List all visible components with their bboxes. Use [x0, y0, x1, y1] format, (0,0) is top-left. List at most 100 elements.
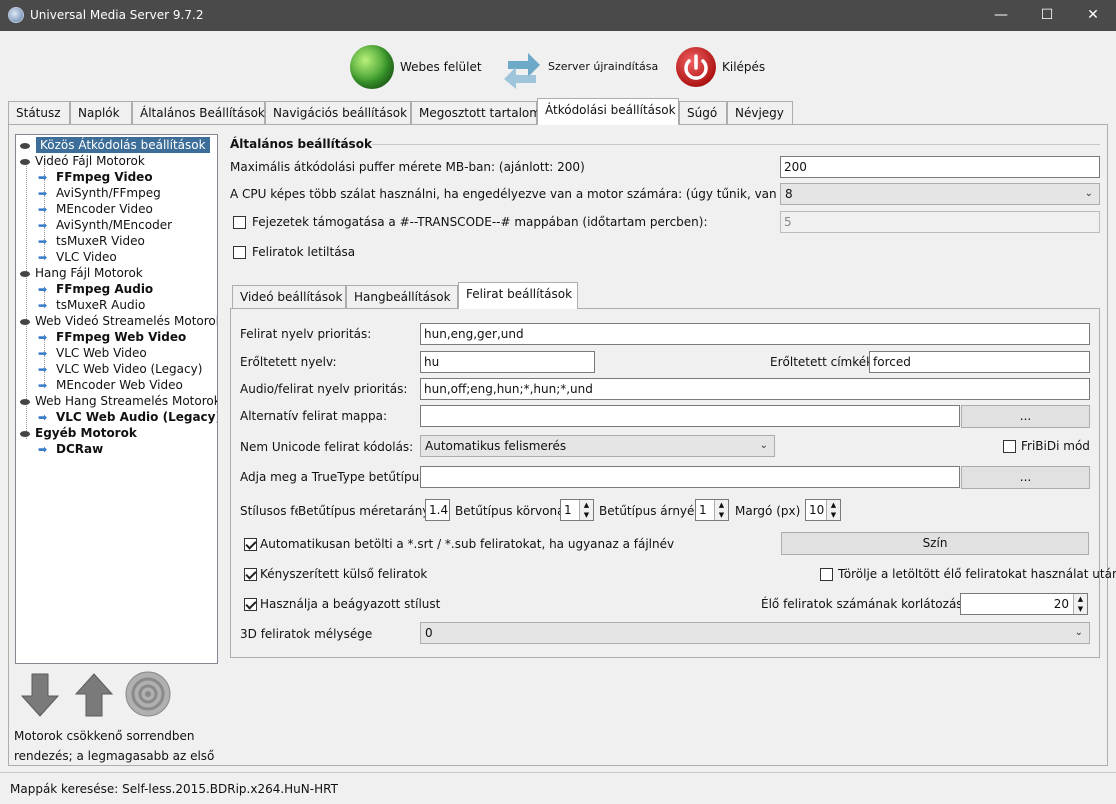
tree-item-vlc-web-video-legacy[interactable]: ➡ VLC Web Video (Legacy): [38, 361, 202, 377]
encoding-select[interactable]: Automatikus felismerés ⌄: [420, 435, 775, 457]
toggle-engine-button[interactable]: [124, 670, 172, 718]
bullet-icon: [20, 270, 30, 277]
move-up-button[interactable]: [74, 672, 114, 718]
arrow-down-icon: [20, 673, 60, 717]
forced-lang-label: Erőltetett nyelv:: [240, 355, 337, 369]
alt-folder-browse-button[interactable]: ...: [961, 405, 1090, 428]
tree-group-other[interactable]: Egyéb Motorok: [20, 425, 137, 441]
tab-navigation-settings[interactable]: Navigációs beállítások: [265, 101, 411, 125]
truetype-browse-button[interactable]: ...: [961, 466, 1090, 489]
tree-item-mencoder-web-video[interactable]: ➡ MEncoder Web Video: [38, 377, 183, 393]
cpu-threads-label: A CPU képes több szálat használni, ha en…: [230, 187, 839, 201]
close-button[interactable]: ✕: [1070, 0, 1116, 31]
web-interface-label: Webes felület: [400, 60, 482, 74]
restart-server-button[interactable]: Szerver újraindítása: [502, 44, 658, 90]
subtab-audio-settings[interactable]: Hangbeállítások: [346, 285, 458, 309]
delete-live-subs-label: Törölje a letöltött élő feliratokat hasz…: [838, 567, 1116, 581]
arrow-icon: ➡: [38, 234, 48, 248]
truetype-input[interactable]: [420, 466, 960, 488]
font-scale-input[interactable]: 1.4: [425, 499, 450, 521]
live-limit-spinner[interactable]: 20 ▲ ▼: [960, 593, 1088, 615]
web-interface-button[interactable]: Webes felület: [350, 44, 482, 90]
color-button[interactable]: Szín: [781, 532, 1089, 555]
font-outline-spinner[interactable]: 1 ▲ ▼: [560, 499, 594, 521]
tree-group-video-file[interactable]: Videó Fájl Motorok: [20, 153, 145, 169]
arrow-icon: ➡: [38, 362, 48, 376]
alt-sub-folder-input[interactable]: [420, 405, 960, 427]
forced-tags-input[interactable]: forced: [869, 351, 1090, 373]
depth-3d-label: 3D feliratok mélysége: [240, 627, 373, 641]
forced-external-label: Kényszerített külső feliratok: [260, 567, 428, 581]
tab-general-settings[interactable]: Általános Beállítások: [132, 101, 265, 125]
status-text: Mappák keresése: Self-less.2015.BDRip.x2…: [10, 782, 338, 796]
embedded-style-label: Használja a beágyazott stílust: [260, 597, 441, 611]
quit-button[interactable]: Kilépés: [676, 44, 765, 90]
margin-spinner[interactable]: 10 ▲ ▼: [805, 499, 841, 521]
tree-item-ffmpeg-web-video[interactable]: ➡ FFmpeg Web Video: [38, 329, 186, 345]
tree-item-avisynth-ffmpeg[interactable]: ➡ AviSynth/FFmpeg: [38, 185, 161, 201]
subtab-subtitle-settings[interactable]: Felirat beállítások: [458, 282, 578, 309]
chevron-down-icon: ⌄: [759, 440, 768, 451]
margin-label: Margó (px): [735, 504, 801, 518]
chapters-interval-input[interactable]: 5: [780, 211, 1100, 233]
arrow-icon: ➡: [38, 186, 48, 200]
disable-subtitles-checkbox[interactable]: [233, 246, 246, 259]
delete-live-subs-checkbox[interactable]: [820, 568, 833, 581]
move-down-button[interactable]: [20, 672, 60, 718]
power-icon: [676, 47, 716, 87]
sub-lang-priority-input[interactable]: hun,eng,ger,und: [420, 323, 1090, 345]
tree-item-dcraw[interactable]: ➡ DCRaw: [38, 441, 103, 457]
audio-sub-priority-input[interactable]: hun,off;eng,hun;*,hun;*,und: [420, 378, 1090, 400]
buffer-size-label: Maximális átkódolási puffer mérete MB-ba…: [230, 160, 585, 174]
engine-tree[interactable]: Közös Átkódolás beállítások Videó Fájl M…: [15, 134, 218, 664]
tab-shared-content[interactable]: Megosztott tartalom: [411, 101, 541, 125]
tree-item-vlc-web-video[interactable]: ➡ VLC Web Video: [38, 345, 147, 361]
tab-logs[interactable]: Naplók: [70, 101, 132, 125]
font-outline-label: Betűtípus körvonal: [455, 504, 568, 518]
minimize-button[interactable]: —: [978, 0, 1024, 31]
sub-lang-priority-label: Felirat nyelv prioritás:: [240, 327, 372, 341]
tree-item-vlc-video[interactable]: ➡ VLC Video: [38, 249, 117, 265]
tab-status[interactable]: Státusz: [8, 101, 70, 125]
tab-help[interactable]: Súgó: [679, 101, 727, 125]
tab-about[interactable]: Névjegy: [727, 101, 793, 125]
tree-root-common-settings[interactable]: Közös Átkódolás beállítások: [36, 137, 210, 153]
font-shadow-spinner[interactable]: 1 ▲ ▼: [695, 499, 729, 521]
tree-item-ffmpeg-audio[interactable]: ➡ FFmpeg Audio: [38, 281, 153, 297]
general-settings-title: Általános beállítások: [230, 137, 372, 151]
buffer-size-input[interactable]: 200: [780, 156, 1100, 178]
tree-bullet-icon: [20, 137, 35, 153]
tree-group-web-video[interactable]: Web Videó Streamelés Motorok: [20, 313, 217, 329]
tree-group-audio-file[interactable]: Hang Fájl Motorok: [20, 265, 143, 281]
tree-item-tsmuxer-video[interactable]: ➡ tsMuxeR Video: [38, 233, 145, 249]
section-separator: [372, 144, 1100, 145]
cpu-threads-select[interactable]: 8 ⌄: [780, 183, 1100, 205]
tree-item-ffmpeg-video[interactable]: ➡ FFmpeg Video: [38, 169, 153, 185]
encoding-label: Nem Unicode felirat kódolás:: [240, 440, 414, 454]
bullet-icon: [20, 398, 30, 405]
tab-transcoding-settings[interactable]: Átkódolási beállítások: [537, 98, 679, 125]
fribidi-checkbox[interactable]: [1003, 440, 1016, 453]
live-limit-label: Élő feliratok számának korlátozása:: [761, 597, 974, 611]
tree-item-tsmuxer-audio[interactable]: ➡ tsMuxeR Audio: [38, 297, 145, 313]
quit-label: Kilépés: [722, 60, 766, 74]
arrow-icon: ➡: [38, 250, 48, 264]
subtab-video-settings[interactable]: Videó beállítások: [232, 285, 346, 309]
autoload-subs-checkbox[interactable]: [244, 538, 257, 551]
status-bar: Mappák keresése: Self-less.2015.BDRip.x2…: [0, 772, 1116, 804]
depth-3d-select[interactable]: 0 ⌄: [420, 622, 1090, 644]
arrow-icon: ➡: [38, 442, 48, 456]
tree-item-avisynth-mencoder[interactable]: ➡ AviSynth/MEncoder: [38, 217, 172, 233]
restart-icon: [502, 45, 542, 89]
forced-lang-input[interactable]: hu: [420, 351, 595, 373]
forced-tags-label: Erőltetett címkék:: [770, 355, 878, 369]
forced-external-checkbox[interactable]: [244, 568, 257, 581]
arrow-up-icon: [74, 673, 114, 717]
tree-group-web-audio[interactable]: Web Hang Streamelés Motorok: [20, 393, 217, 409]
chapters-checkbox[interactable]: [233, 216, 246, 229]
maximize-button[interactable]: ☐: [1024, 0, 1070, 31]
tree-item-vlc-web-audio-legacy[interactable]: ➡ VLC Web Audio (Legacy): [38, 409, 217, 425]
embedded-style-checkbox[interactable]: [244, 598, 257, 611]
arrow-icon: ➡: [38, 218, 48, 232]
tree-item-mencoder-video[interactable]: ➡ MEncoder Video: [38, 201, 153, 217]
